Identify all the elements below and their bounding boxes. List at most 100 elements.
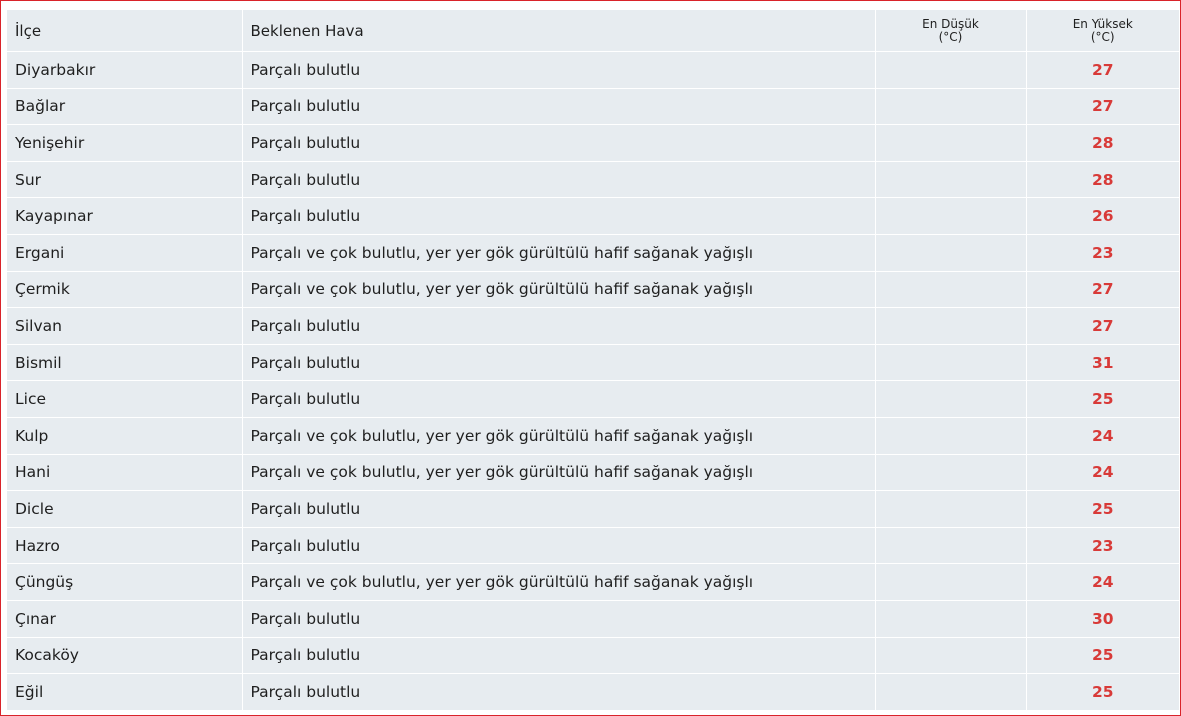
weather-cell: Parçalı bulutlu — [242, 490, 876, 528]
table-row: Kulp Parçalı ve çok bulutlu, yer yer gök … — [7, 417, 1179, 455]
max-temp-cell: 28 — [1026, 124, 1179, 162]
weather-cell: Parçalı bulutlu — [242, 161, 876, 199]
district-cell: Çermik — [7, 271, 243, 309]
weather-cell: Parçalı bulutlu — [242, 88, 876, 126]
district-cell: Bağlar — [7, 88, 243, 126]
header-min-temp-label: En Düşük — [922, 16, 979, 31]
max-temp-cell: 25 — [1026, 637, 1179, 675]
weather-cell: Parçalı ve çok bulutlu, yer yer gök gürü… — [242, 417, 876, 455]
district-cell: Hani — [7, 454, 243, 492]
weather-cell: Parçalı bulutlu — [242, 51, 876, 89]
district-cell: Kulp — [7, 417, 243, 455]
min-temp-cell — [875, 307, 1027, 345]
max-temp-cell: 24 — [1026, 454, 1179, 492]
min-temp-cell — [875, 417, 1027, 455]
district-cell: Kayapınar — [7, 197, 243, 235]
weather-cell: Parçalı ve çok bulutlu, yer yer gök gürü… — [242, 271, 876, 309]
table-row: Silvan Parçalı bulutlu 27 — [7, 307, 1179, 345]
table-row: Hani Parçalı ve çok bulutlu, yer yer gök … — [7, 454, 1179, 492]
max-temp-cell: 30 — [1026, 600, 1179, 638]
min-temp-cell — [875, 344, 1027, 382]
weather-cell: Parçalı bulutlu — [242, 380, 876, 418]
min-temp-cell — [875, 600, 1027, 638]
max-temp-cell: 24 — [1026, 563, 1179, 601]
min-temp-cell — [875, 454, 1027, 492]
max-temp-cell: 31 — [1026, 344, 1179, 382]
table-row: Çüngüş Parçalı ve çok bulutlu, yer yer gö… — [7, 563, 1179, 601]
table-row: Bismil Parçalı bulutlu 31 — [7, 344, 1179, 382]
header-max-temp-label: En Yüksek — [1072, 16, 1133, 31]
min-temp-cell — [875, 673, 1027, 711]
min-temp-cell — [875, 234, 1027, 272]
max-temp-cell: 24 — [1026, 417, 1179, 455]
weather-cell: Parçalı ve çok bulutlu, yer yer gök gürü… — [242, 234, 876, 272]
max-temp-cell: 27 — [1026, 51, 1179, 89]
weather-cell: Parçalı bulutlu — [242, 527, 876, 565]
district-weather-table: İlçe Beklenen Hava En Düşük (°C) En Yüks… — [7, 10, 1179, 711]
weather-cell: Parçalı bulutlu — [242, 637, 876, 675]
district-cell: Ergani — [7, 234, 243, 272]
header-row: İlçe Beklenen Hava En Düşük (°C) En Yüks… — [7, 10, 1179, 52]
weather-cell: Parçalı bulutlu — [242, 124, 876, 162]
header-max-temp-unit: (°C) — [1090, 29, 1115, 44]
min-temp-cell — [875, 197, 1027, 235]
table-row: Bağlar Parçalı bulutlu 27 — [7, 88, 1179, 126]
weather-table-frame: İlçe Beklenen Hava En Düşük (°C) En Yüks… — [0, 0, 1181, 716]
min-temp-cell — [875, 124, 1027, 162]
max-temp-cell: 27 — [1026, 88, 1179, 126]
district-cell: Bismil — [7, 344, 243, 382]
min-temp-cell — [875, 161, 1027, 199]
district-cell: Lice — [7, 380, 243, 418]
table-row: Çermik Parçalı ve çok bulutlu, yer yer gö… — [7, 271, 1179, 309]
table-row: Çınar Parçalı bulutlu 30 — [7, 600, 1179, 638]
max-temp-cell: 27 — [1026, 271, 1179, 309]
district-cell: Sur — [7, 161, 243, 199]
max-temp-cell: 27 — [1026, 307, 1179, 345]
district-cell: Dicle — [7, 490, 243, 528]
weather-cell: Parçalı bulutlu — [242, 307, 876, 345]
max-temp-cell: 26 — [1026, 197, 1179, 235]
max-temp-cell: 23 — [1026, 527, 1179, 565]
max-temp-cell: 28 — [1026, 161, 1179, 199]
header-max-temp: En Yüksek (°C) — [1026, 10, 1179, 52]
table-header: İlçe Beklenen Hava En Düşük (°C) En Yüks… — [7, 10, 1179, 52]
table-body: Diyarbakır Parçalı bulutlu 27 Bağlar Parçalı… — [7, 51, 1179, 711]
weather-cell: Parçalı ve çok bulutlu, yer yer gök gürü… — [242, 563, 876, 601]
min-temp-cell — [875, 380, 1027, 418]
table-row: Sur Parçalı bulutlu 28 — [7, 161, 1179, 199]
district-cell: Diyarbakır — [7, 51, 243, 89]
table-row: Yenişehir Parçalı bulutlu 28 — [7, 124, 1179, 162]
table-row: Dicle Parçalı bulutlu 25 — [7, 490, 1179, 528]
min-temp-cell — [875, 271, 1027, 309]
district-cell: Çınar — [7, 600, 243, 638]
max-temp-cell: 25 — [1026, 380, 1179, 418]
min-temp-cell — [875, 563, 1027, 601]
district-cell: Kocaköy — [7, 637, 243, 675]
table-row: Hazro Parçalı bulutlu 23 — [7, 527, 1179, 565]
max-temp-cell: 25 — [1026, 490, 1179, 528]
max-temp-cell: 23 — [1026, 234, 1179, 272]
district-cell: Çüngüş — [7, 563, 243, 601]
header-min-temp-unit: (°C) — [938, 29, 963, 44]
min-temp-cell — [875, 51, 1027, 89]
table-row: Kocaköy Parçalı bulutlu 25 — [7, 637, 1179, 675]
min-temp-cell — [875, 490, 1027, 528]
table-row: Diyarbakır Parçalı bulutlu 27 — [7, 51, 1179, 89]
weather-cell: Parçalı bulutlu — [242, 600, 876, 638]
district-cell: Silvan — [7, 307, 243, 345]
table-row: Kayapınar Parçalı bulutlu 26 — [7, 197, 1179, 235]
table-row: Ergani Parçalı ve çok bulutlu, yer yer gö… — [7, 234, 1179, 272]
header-district: İlçe — [7, 10, 243, 52]
district-cell: Eğil — [7, 673, 243, 711]
min-temp-cell — [875, 527, 1027, 565]
min-temp-cell — [875, 88, 1027, 126]
table-row: Eğil Parçalı bulutlu 25 — [7, 673, 1179, 711]
header-min-temp: En Düşük (°C) — [875, 10, 1027, 52]
weather-cell: Parçalı bulutlu — [242, 673, 876, 711]
min-temp-cell — [875, 637, 1027, 675]
max-temp-cell: 25 — [1026, 673, 1179, 711]
district-cell: Yenişehir — [7, 124, 243, 162]
table-row: Lice Parçalı bulutlu 25 — [7, 380, 1179, 418]
header-weather: Beklenen Hava — [242, 10, 876, 52]
weather-cell: Parçalı ve çok bulutlu, yer yer gök gürü… — [242, 454, 876, 492]
